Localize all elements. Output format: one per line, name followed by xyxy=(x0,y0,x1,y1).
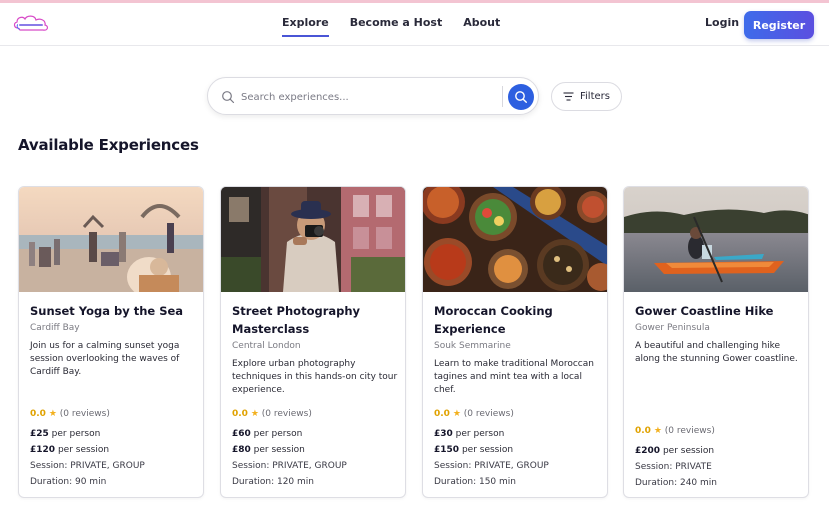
card-location: Cardiff Bay xyxy=(30,323,80,333)
session-type: Session: PRIVATE, GROUP xyxy=(232,461,347,471)
card-footer: 0.0 ★ (0 reviews) £25 per person £120 pe… xyxy=(30,408,196,490)
price-per-session: £150 per session xyxy=(434,442,600,458)
price-per-session: £200 per session xyxy=(635,443,801,459)
price-per-session: £120 per session xyxy=(30,442,196,458)
search-divider xyxy=(502,86,503,107)
price-per-session: £80 per session xyxy=(232,442,398,458)
price-unit: per person xyxy=(253,429,303,439)
star-icon: ★ xyxy=(653,426,662,436)
card-description: Join us for a calming sunset yoga sessio… xyxy=(30,341,180,377)
search-button[interactable] xyxy=(508,84,534,110)
price-unit: per person xyxy=(51,429,101,439)
card-title: Moroccan Cooking Experience xyxy=(434,304,553,336)
star-icon: ★ xyxy=(452,409,461,419)
search-icon xyxy=(515,91,528,104)
nav-about[interactable]: About xyxy=(463,16,500,37)
price-unit: per session xyxy=(57,445,110,455)
review-count: (0 reviews) xyxy=(664,426,715,436)
price-value: £60 xyxy=(232,429,251,439)
page-title: Available Experiences xyxy=(18,136,199,154)
price-unit: per session xyxy=(662,446,715,456)
login-link[interactable]: Login xyxy=(705,16,739,29)
card-rating: 0.0 ★ (0 reviews) xyxy=(232,408,398,420)
card-description: Learn to make traditional Moroccan tagin… xyxy=(434,359,594,395)
search-bar xyxy=(207,77,539,115)
price-per-person: £25 per person xyxy=(30,426,196,442)
rating-value: 0.0 xyxy=(232,409,248,419)
card-location: Souk Semmarine xyxy=(434,341,511,351)
logo[interactable] xyxy=(12,14,50,34)
experience-card[interactable]: Gower Coastline Hike Gower Peninsula A b… xyxy=(623,186,809,498)
rating-value: 0.0 xyxy=(30,409,46,419)
price-value: £150 xyxy=(434,445,460,455)
card-rating: 0.0 ★ (0 reviews) xyxy=(30,408,196,420)
session-type: Session: PRIVATE, GROUP xyxy=(434,461,549,471)
rating-value: 0.0 xyxy=(635,426,651,436)
review-count: (0 reviews) xyxy=(261,409,312,419)
price-per-person: £60 per person xyxy=(232,426,398,442)
card-rating: 0.0 ★ (0 reviews) xyxy=(635,425,801,437)
price-value: £25 xyxy=(30,429,49,439)
experience-card[interactable]: Moroccan Cooking Experience Souk Semmari… xyxy=(422,186,608,498)
register-button[interactable]: Register xyxy=(744,11,814,39)
rating-value: 0.0 xyxy=(434,409,450,419)
price-value: £120 xyxy=(30,445,56,455)
duration: Duration: 240 min xyxy=(635,478,717,488)
price-value: £200 xyxy=(635,446,661,456)
card-description: A beautiful and challenging hike along t… xyxy=(635,341,798,364)
nav-explore[interactable]: Explore xyxy=(282,16,329,37)
star-icon: ★ xyxy=(250,409,259,419)
filters-label: Filters xyxy=(580,91,610,102)
card-footer: 0.0 ★ (0 reviews) £60 per person £80 per… xyxy=(232,408,398,490)
card-footer: 0.0 ★ (0 reviews) £30 per person £150 pe… xyxy=(434,408,600,490)
price-unit: per session xyxy=(461,445,514,455)
session-type: Session: PRIVATE xyxy=(635,462,712,472)
duration: Duration: 90 min xyxy=(30,477,107,487)
price-unit: per person xyxy=(455,429,505,439)
card-location: Central London xyxy=(232,341,301,351)
experience-image xyxy=(624,187,808,292)
price-value: £80 xyxy=(232,445,251,455)
review-count: (0 reviews) xyxy=(59,409,110,419)
card-location: Gower Peninsula xyxy=(635,323,710,333)
search-input[interactable] xyxy=(241,87,491,107)
card-description: Explore urban photography techniques in … xyxy=(232,359,398,395)
card-title: Gower Coastline Hike xyxy=(635,304,774,318)
filter-icon xyxy=(563,92,574,101)
card-title: Sunset Yoga by the Sea xyxy=(30,304,184,318)
card-footer: 0.0 ★ (0 reviews) £200 per session Sessi… xyxy=(635,425,801,491)
experience-card[interactable]: Sunset Yoga by the Sea Cardiff Bay Join … xyxy=(18,186,204,498)
review-count: (0 reviews) xyxy=(463,409,514,419)
card-rating: 0.0 ★ (0 reviews) xyxy=(434,408,600,420)
navbar: Explore Become a Host About Login Regist… xyxy=(0,3,829,46)
session-type: Session: PRIVATE, GROUP xyxy=(30,461,145,471)
price-per-person: £30 per person xyxy=(434,426,600,442)
card-title: Street Photography Masterclass xyxy=(232,304,361,336)
experience-card[interactable]: Street Photography Masterclass Central L… xyxy=(220,186,406,498)
filters-button[interactable]: Filters xyxy=(551,82,622,111)
duration: Duration: 120 min xyxy=(232,477,314,487)
search-icon xyxy=(222,91,235,104)
experience-image xyxy=(19,187,203,292)
price-value: £30 xyxy=(434,429,453,439)
nav-become-host[interactable]: Become a Host xyxy=(350,16,443,37)
experience-image xyxy=(221,187,405,292)
star-icon: ★ xyxy=(48,409,57,419)
price-unit: per session xyxy=(253,445,305,455)
duration: Duration: 150 min xyxy=(434,477,516,487)
experience-image xyxy=(423,187,607,292)
